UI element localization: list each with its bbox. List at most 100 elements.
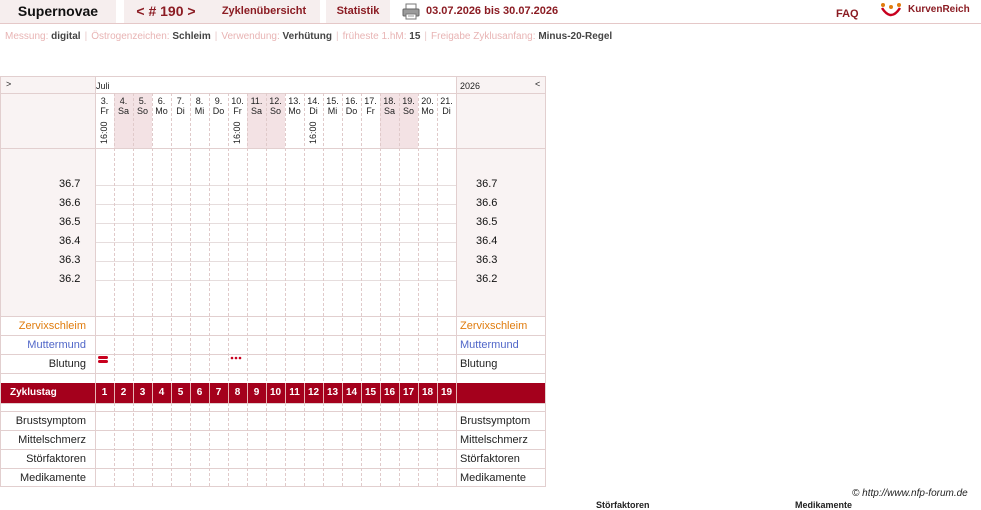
day-header[interactable]: 5. So xyxy=(133,96,152,116)
day-column-divider xyxy=(323,93,324,486)
day-date: 20. xyxy=(421,96,434,106)
day-header[interactable]: 3. Fr xyxy=(95,96,114,116)
day-column-divider xyxy=(437,93,438,486)
day-column-divider xyxy=(228,93,229,486)
cervical-mucus-label-right: Zervixschleim xyxy=(460,320,528,332)
info-value: Verhütung xyxy=(282,31,332,42)
disturbances-label: Störfaktoren xyxy=(26,453,86,465)
info-separator: | xyxy=(424,31,428,42)
cycle-day-number: 13 xyxy=(326,387,339,398)
day-weekday: So xyxy=(136,106,148,116)
day-date: 15. xyxy=(326,96,339,106)
left-column-border xyxy=(95,77,96,486)
day-header[interactable]: 18. Sa xyxy=(380,96,399,116)
printer-icon[interactable] xyxy=(402,3,420,20)
row-divider xyxy=(1,373,545,374)
day-header[interactable]: 16. Do xyxy=(342,96,361,116)
cycle-day-bar: Zyklustag 1 2 3 4 5 6 7 8 9 10 11 12 13 14 15 16 17 18 19 xyxy=(1,383,545,403)
temp-grid-line xyxy=(95,280,456,281)
medication-label: Medikamente xyxy=(19,472,86,484)
day-weekday: Fr xyxy=(100,106,109,116)
day-header[interactable]: 13. Mo xyxy=(285,96,304,116)
month-label: Juli xyxy=(96,81,110,91)
copyright-text[interactable]: © http://www.nfp-forum.de xyxy=(852,488,968,499)
cycle-day-number: 19 xyxy=(440,387,453,398)
row-divider xyxy=(1,148,545,149)
legend-heading-disturbances: Störfaktoren xyxy=(596,500,650,510)
day-header[interactable]: 4. Sa xyxy=(114,96,133,116)
header-right-cell xyxy=(456,93,545,148)
cycle-day-number: 18 xyxy=(421,387,434,398)
day-header[interactable]: 8. Mi xyxy=(190,96,209,116)
day-date: 21. xyxy=(440,96,453,106)
day-header[interactable]: 12. So xyxy=(266,96,285,116)
day-header[interactable]: 6. Mo xyxy=(152,96,171,116)
logo-text[interactable]: KurvenReich xyxy=(908,4,970,15)
cervix-label-right: Muttermund xyxy=(460,339,519,351)
day-date: 12. xyxy=(269,96,282,106)
cycle-day-number: 3 xyxy=(139,387,146,398)
day-weekday: Mi xyxy=(194,106,205,116)
day-header[interactable]: 21. Di xyxy=(437,96,456,116)
day-column-divider xyxy=(247,93,248,486)
day-column-divider xyxy=(171,93,172,486)
row-divider xyxy=(1,403,545,404)
day-header[interactable]: 14. Di xyxy=(304,96,323,116)
faq-link[interactable]: FAQ xyxy=(836,8,859,20)
day-weekday: So xyxy=(269,106,281,116)
header-divider xyxy=(0,23,981,24)
day-date: 7. xyxy=(176,96,185,106)
day-date: 6. xyxy=(157,96,166,106)
info-label: Messung: xyxy=(5,31,49,42)
cycle-day-number: 10 xyxy=(269,387,282,398)
day-weekday: Do xyxy=(345,106,358,116)
kurvenreich-logo-icon[interactable] xyxy=(880,2,902,20)
temp-tick-left: 36.4 xyxy=(59,235,81,247)
day-date: 5. xyxy=(138,96,147,106)
cycle-number-nav[interactable]: < # 190 > xyxy=(124,0,208,23)
day-weekday: Mo xyxy=(421,106,434,116)
nav-cell xyxy=(1,77,95,93)
info-value: digital xyxy=(51,31,81,42)
next-cycle-button[interactable]: < xyxy=(535,79,540,89)
info-label: Verwendung: xyxy=(221,31,280,42)
day-header[interactable]: 9. Do xyxy=(209,96,228,116)
day-header[interactable]: 19. So xyxy=(399,96,418,116)
temp-grid-line xyxy=(95,204,456,205)
cycle-day-label: Zyklustag xyxy=(10,387,57,398)
prev-cycle-button[interactable]: > xyxy=(6,79,11,89)
day-date: 9. xyxy=(214,96,223,106)
row-divider xyxy=(1,335,545,336)
info-value: Schleim xyxy=(172,31,211,42)
day-date: 10. xyxy=(231,96,244,106)
day-date: 3. xyxy=(100,96,109,106)
day-header[interactable]: 15. Mi xyxy=(323,96,342,116)
temp-left-panel xyxy=(1,148,95,316)
cycle-day-number: 2 xyxy=(120,387,127,398)
temp-grid-line xyxy=(95,185,456,186)
day-weekday: So xyxy=(402,106,414,116)
day-date: 16. xyxy=(345,96,358,106)
day-column-divider xyxy=(361,93,362,486)
day-weekday: Sa xyxy=(250,106,262,116)
day-header[interactable]: 7. Di xyxy=(171,96,190,116)
cycle-day-number: 9 xyxy=(253,387,260,398)
day-weekday: Fr xyxy=(233,106,242,116)
day-weekday: Sa xyxy=(117,106,129,116)
cycle-day-number: 17 xyxy=(402,387,415,398)
cycle-day-number: 1 xyxy=(101,387,108,398)
day-header[interactable]: 20. Mo xyxy=(418,96,437,116)
day-weekday: Do xyxy=(212,106,225,116)
cycle-overview-link[interactable]: Zyklenübersicht xyxy=(208,0,320,23)
mittelschmerz-label: Mittelschmerz xyxy=(18,434,86,446)
day-header[interactable]: 17. Fr xyxy=(361,96,380,116)
day-header[interactable]: 11. Sa xyxy=(247,96,266,116)
bleeding-strong-icon xyxy=(98,356,108,363)
temp-tick-left: 36.2 xyxy=(59,273,81,285)
statistics-link[interactable]: Statistik xyxy=(326,0,390,23)
temp-tick-right: 36.7 xyxy=(476,178,498,190)
day-header[interactable]: 10. Fr xyxy=(228,96,247,116)
medication-label-right: Medikamente xyxy=(460,472,527,484)
day-column-divider xyxy=(152,93,153,486)
day-weekday: Mo xyxy=(288,106,301,116)
